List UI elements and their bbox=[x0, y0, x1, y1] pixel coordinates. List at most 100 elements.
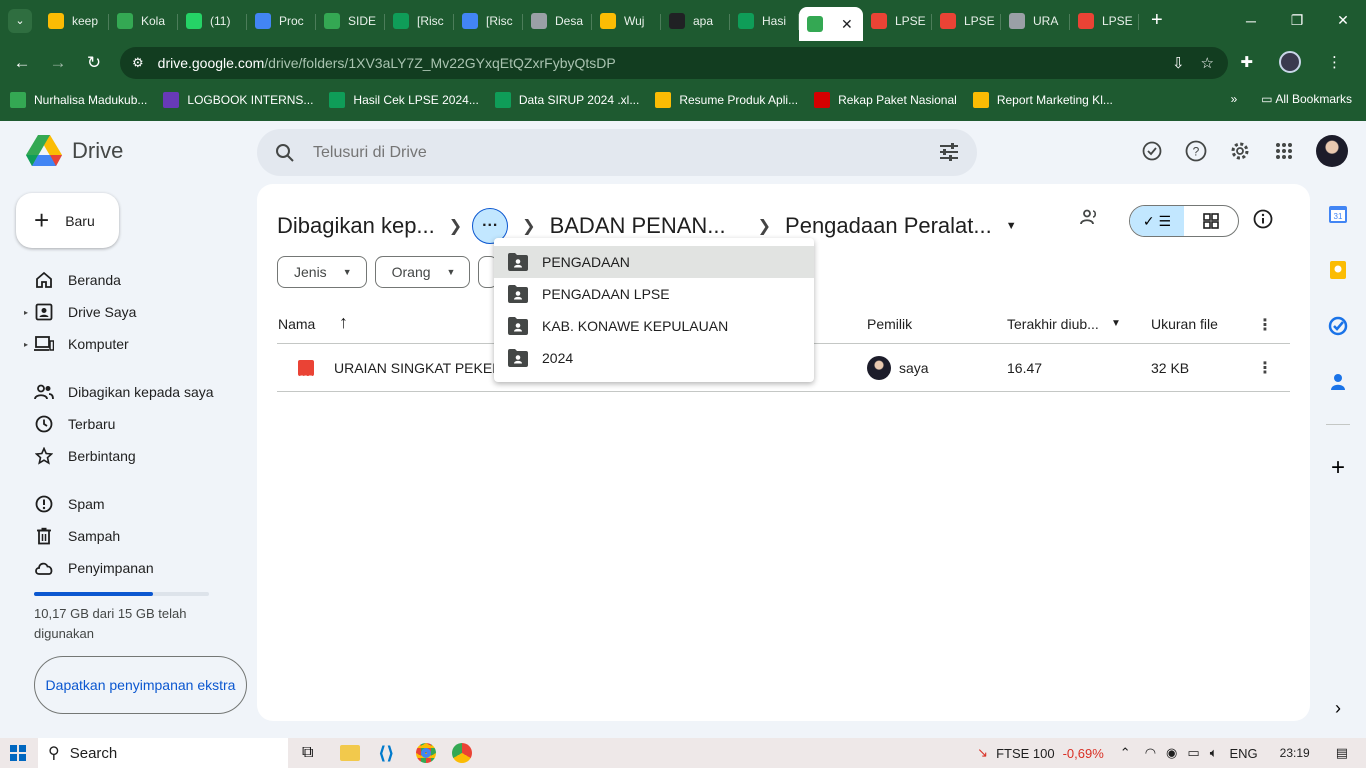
browser-tab[interactable]: URA bbox=[1001, 6, 1070, 36]
calendar-icon[interactable]: 31 bbox=[1328, 204, 1348, 224]
wifi-icon[interactable]: ◠ bbox=[1145, 745, 1156, 761]
omnibox[interactable]: ⚙ drive.google.com/drive/folders/1XV3aLY… bbox=[120, 47, 1228, 79]
url-text[interactable]: drive.google.com/drive/folders/1XV3aLY7Z… bbox=[158, 55, 616, 71]
bookmark-item[interactable]: LOGBOOK INTERNS... bbox=[163, 92, 313, 108]
sort-arrow-up-icon[interactable]: ↑ bbox=[339, 312, 348, 333]
drive-logo[interactable]: Drive bbox=[26, 135, 123, 167]
expand-panel-icon[interactable]: › bbox=[1328, 698, 1348, 718]
breadcrumb-item-badan[interactable]: BADAN PENAN... bbox=[550, 213, 726, 239]
keep-icon[interactable] bbox=[1328, 260, 1348, 280]
search-icon[interactable] bbox=[275, 143, 295, 163]
new-button[interactable]: + Baru bbox=[16, 193, 119, 248]
expand-arrow-icon[interactable]: ▸ bbox=[24, 340, 28, 349]
file-name[interactable]: URAIAN SINGKAT PEKER bbox=[334, 360, 502, 376]
browser-tab[interactable]: apa bbox=[661, 6, 730, 36]
all-bookmarks-button[interactable]: ▭ All Bookmarks bbox=[1261, 92, 1352, 106]
sidebar-item-terbaru[interactable]: Terbaru bbox=[0, 408, 257, 440]
chrome-icon-2[interactable] bbox=[452, 743, 472, 763]
browser-tab[interactable]: LPSE bbox=[932, 6, 1001, 36]
ticker-change[interactable]: -0,69% bbox=[1063, 746, 1104, 761]
breadcrumb-menu-item[interactable]: 2024 bbox=[494, 342, 814, 374]
close-window-button[interactable]: ✕ bbox=[1320, 0, 1366, 41]
volume-icon[interactable]: 🔈︎ bbox=[1210, 745, 1218, 761]
browser-menu-icon[interactable]: ⋮ bbox=[1327, 53, 1342, 71]
bookmark-item[interactable]: Rekap Paket Nasional bbox=[814, 92, 957, 108]
windows-start-icon[interactable] bbox=[10, 745, 26, 761]
sidebar-item-penyimpanan[interactable]: Penyimpanan bbox=[0, 552, 257, 584]
sidebar-item-berbintang[interactable]: Berbintang bbox=[0, 440, 257, 472]
tasks-icon[interactable] bbox=[1328, 316, 1348, 336]
browser-tab[interactable]: Kola bbox=[109, 6, 178, 36]
bookmark-item[interactable]: Hasil Cek LPSE 2024... bbox=[329, 92, 479, 108]
forward-button[interactable]: → bbox=[44, 49, 72, 77]
bookmark-item[interactable]: Resume Produk Apli... bbox=[655, 92, 798, 108]
column-owner[interactable]: Pemilik bbox=[867, 316, 912, 332]
breadcrumb-menu-item[interactable]: KAB. KONAWE KEPULAUAN bbox=[494, 310, 814, 342]
site-info-icon[interactable]: ⚙ bbox=[132, 55, 144, 71]
get-more-storage-button[interactable]: Dapatkan penyimpanan ekstra bbox=[34, 656, 247, 714]
shared-folder-icon[interactable] bbox=[1080, 209, 1100, 230]
search-bar[interactable] bbox=[257, 129, 977, 176]
sidebar-item-spam[interactable]: Spam bbox=[0, 488, 257, 520]
bookmark-item[interactable]: Report Marketing Kl... bbox=[972, 92, 1113, 108]
tab-search-button[interactable]: ⌄ bbox=[8, 8, 32, 33]
add-addon-icon[interactable]: + bbox=[1328, 456, 1348, 480]
column-name[interactable]: Nama bbox=[278, 316, 315, 332]
vscode-icon[interactable]: ⟨⟩ bbox=[378, 743, 398, 763]
file-explorer-icon[interactable] bbox=[340, 745, 360, 761]
chrome-icon[interactable] bbox=[416, 743, 436, 763]
bookmark-item[interactable]: Nurhalisa Madukub... bbox=[10, 92, 147, 108]
sidebar-item-beranda[interactable]: Beranda bbox=[0, 264, 257, 296]
browser-tab[interactable]: [Risc bbox=[454, 6, 523, 36]
sidebar-item-komputer[interactable]: ▸ Komputer bbox=[0, 328, 257, 360]
search-input[interactable] bbox=[313, 143, 913, 162]
tray-chevron-icon[interactable]: ⌃ bbox=[1120, 745, 1131, 761]
install-app-icon[interactable]: ⇩ bbox=[1172, 54, 1185, 72]
tab-active-drive[interactable]: ✕ bbox=[799, 7, 863, 41]
filter-jenis[interactable]: Jenis ▼ bbox=[277, 256, 367, 288]
sort-dropdown-icon[interactable]: ▼ bbox=[1111, 318, 1121, 329]
back-button[interactable]: ← bbox=[8, 49, 36, 77]
profile-avatar[interactable] bbox=[1279, 51, 1301, 73]
column-options-icon[interactable]: ⋮ bbox=[1257, 315, 1273, 335]
column-size[interactable]: Ukuran file bbox=[1151, 316, 1218, 332]
browser-tab[interactable]: Proc bbox=[247, 6, 316, 36]
bookmark-item[interactable]: Data SIRUP 2024 .xl... bbox=[494, 92, 639, 108]
dropdown-arrow-icon[interactable]: ▼ bbox=[1006, 220, 1017, 232]
tab-close-icon[interactable]: ✕ bbox=[841, 16, 853, 33]
search-options-icon[interactable] bbox=[939, 143, 959, 166]
account-avatar[interactable] bbox=[1316, 135, 1348, 167]
browser-tab[interactable]: Hasi bbox=[730, 6, 799, 36]
browser-tab[interactable]: SIDE bbox=[316, 6, 385, 36]
breadcrumb-menu-item[interactable]: PENGADAAN LPSE bbox=[494, 278, 814, 310]
browser-tab[interactable]: LPSE bbox=[1070, 6, 1139, 36]
sidebar-item-drive-saya[interactable]: ▸ Drive Saya bbox=[0, 296, 257, 328]
bookmark-star-icon[interactable]: ☆ bbox=[1201, 54, 1214, 72]
browser-tab[interactable]: [Risc bbox=[385, 6, 454, 36]
battery-icon[interactable]: ▭ bbox=[1187, 745, 1199, 761]
sidebar-item-dibagikan[interactable]: Dibagikan kepada saya bbox=[0, 376, 257, 408]
maximize-button[interactable]: ❐ bbox=[1274, 0, 1320, 41]
new-tab-button[interactable]: + bbox=[1151, 9, 1163, 32]
browser-tab[interactable]: LPSE bbox=[863, 6, 932, 36]
task-view-icon[interactable]: ⧉ bbox=[302, 744, 313, 762]
filter-orang[interactable]: Orang ▼ bbox=[374, 256, 471, 288]
extensions-icon[interactable]: ✚ bbox=[1240, 53, 1253, 71]
more-bookmarks-icon[interactable]: » bbox=[1231, 92, 1238, 106]
grid-view-button[interactable] bbox=[1184, 206, 1238, 236]
browser-tab[interactable]: Desa bbox=[523, 6, 592, 36]
info-icon[interactable] bbox=[1253, 209, 1273, 234]
breadcrumb-menu-item[interactable]: PENGADAAN bbox=[494, 246, 814, 278]
settings-gear-icon[interactable] bbox=[1228, 139, 1252, 163]
list-view-button[interactable]: ✓ ☰ bbox=[1130, 206, 1184, 236]
breadcrumb-item-shared[interactable]: Dibagikan kep... bbox=[277, 213, 435, 239]
ticker-name[interactable]: FTSE 100 bbox=[996, 746, 1055, 761]
browser-tab[interactable]: keep bbox=[40, 6, 109, 36]
camera-icon[interactable]: ◉ bbox=[1166, 745, 1177, 761]
apps-grid-icon[interactable] bbox=[1272, 139, 1296, 163]
browser-tab[interactable]: (11) bbox=[178, 6, 247, 36]
contacts-icon[interactable] bbox=[1328, 372, 1348, 392]
language-indicator[interactable]: ENG bbox=[1230, 746, 1258, 761]
sidebar-item-sampah[interactable]: Sampah bbox=[0, 520, 257, 552]
minimize-button[interactable]: ─ bbox=[1228, 0, 1274, 41]
